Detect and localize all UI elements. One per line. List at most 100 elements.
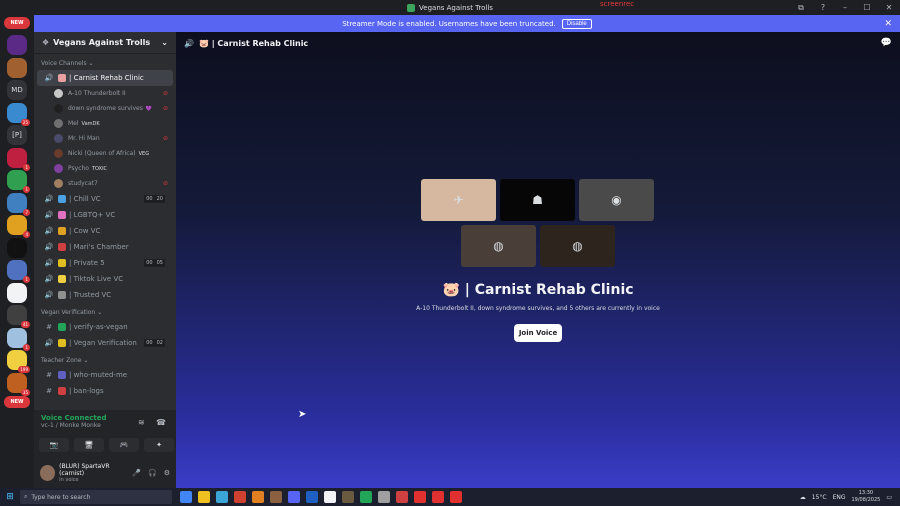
voice-channel-path[interactable]: vc-1 / Monke Monke — [41, 422, 169, 429]
server-icon[interactable]: 1 — [7, 170, 30, 193]
server-icon[interactable]: 1 — [7, 327, 30, 351]
settings-icon[interactable]: ⚙ — [164, 469, 170, 477]
channel-item[interactable]: # | verify-as-vegan — [37, 319, 173, 335]
voice-user[interactable]: studycat7 ⊘ — [34, 176, 176, 191]
taskbar-search[interactable]: ⌕ Type here to search — [20, 490, 172, 504]
voice-user[interactable]: Mel VamDK — [34, 116, 176, 131]
maximize-button[interactable]: ☐ — [856, 0, 878, 15]
screen-share-button[interactable]: 🖥 — [74, 438, 104, 452]
channel-label: | Tiktok Live VC — [69, 275, 124, 283]
taskbar-app-icon[interactable] — [288, 491, 300, 503]
channel-item[interactable]: 🔊 | Mari's Chamber — [37, 239, 173, 255]
activities-button[interactable]: 🎮 — [109, 438, 139, 452]
weather-temp[interactable]: 15°C — [812, 494, 827, 501]
server-icon[interactable] — [7, 35, 27, 55]
channel-item[interactable]: # | ban-logs — [37, 383, 173, 399]
language-indicator[interactable]: ENG — [833, 494, 846, 501]
server-icon[interactable]: 199 — [7, 350, 30, 373]
user-limit-value: 20 — [154, 195, 165, 203]
server-icon[interactable]: 1 — [7, 147, 30, 171]
clock[interactable]: 13:30 19/08/2025 — [852, 490, 881, 504]
taskbar-app-icon[interactable] — [198, 491, 210, 503]
voice-user[interactable]: A-10 Thunderbolt II ⊘ — [34, 86, 176, 101]
taskbar-app-icon[interactable] — [342, 491, 354, 503]
taskbar-app-icon[interactable] — [270, 491, 282, 503]
tile-avatar: ◉ — [611, 193, 622, 207]
guild-header[interactable]: ❖ Vegans Against Trolls ⌄ — [34, 32, 176, 54]
weather-icon[interactable]: ☁ — [800, 494, 806, 501]
taskbar-app-icon[interactable] — [396, 491, 408, 503]
noise-suppression-icon[interactable]: ≋ — [138, 418, 145, 427]
voice-user[interactable]: Mr. Hi Man ⊘ — [34, 131, 176, 146]
channel-category[interactable]: Voice Channels ⌄ — [34, 58, 176, 70]
help-icon[interactable]: ? — [812, 0, 834, 15]
disconnect-icon[interactable]: ☎ — [156, 418, 166, 427]
channel-item[interactable]: 🔊 | Chill VC 00 20 — [37, 191, 173, 207]
channel-item[interactable]: 🔊 | Cow VC — [37, 223, 173, 239]
voice-user[interactable]: Psycho TOXIC — [34, 161, 176, 176]
channel-item[interactable]: 🔊 | Carnist Rehab Clinic — [37, 70, 173, 86]
taskbar-app-icon[interactable] — [378, 491, 390, 503]
server-icon[interactable] — [7, 282, 27, 303]
channel-label: | Vegan Verification — [69, 339, 137, 347]
taskbar-app-icon[interactable] — [252, 491, 264, 503]
voice-user-name: down syndrome survives — [68, 105, 143, 112]
voice-user[interactable]: down syndrome survives 💜 ⊘ — [34, 101, 176, 116]
taskbar-app-icon[interactable] — [414, 491, 426, 503]
channel-category[interactable]: Vegan Verification ⌄ — [34, 307, 176, 319]
voice-user[interactable]: Nicki (Queen of Africa) VEG — [34, 146, 176, 161]
server-icon[interactable] — [7, 237, 27, 258]
channel-item[interactable]: 🔊 | Trusted VC — [37, 287, 173, 303]
join-voice-button[interactable]: Join Voice — [514, 324, 562, 342]
channel-item[interactable]: 🔊 | Private 5 00 05 — [37, 255, 173, 271]
channel-category[interactable]: Teacher Zone ⌄ — [34, 355, 176, 367]
taskbar-app-icon[interactable] — [216, 491, 228, 503]
taskbar-app-icon[interactable] — [180, 491, 192, 503]
server-icon[interactable]: MD — [7, 80, 27, 100]
channel-item[interactable]: 🔊 | LGBTQ+ VC — [37, 207, 173, 223]
soundboard-button[interactable]: ✦ — [144, 438, 174, 452]
mouse-cursor-icon: ➤ — [298, 409, 307, 420]
taskbar-app-icon[interactable] — [360, 491, 372, 503]
server-icon[interactable]: 4 — [7, 215, 30, 238]
server-icon[interactable] — [7, 57, 27, 78]
participant-tile[interactable]: ☗ — [500, 179, 575, 221]
snap-icon[interactable]: ⧉ — [790, 0, 812, 15]
headphones-icon[interactable]: 🎧 — [148, 469, 157, 477]
participant-tile[interactable]: ✈ — [421, 179, 496, 221]
participant-tile[interactable]: ◍ — [461, 225, 536, 267]
server-icon[interactable]: 1 — [7, 260, 30, 283]
close-button[interactable]: ✕ — [878, 0, 900, 15]
unread-count-badge: 41 — [20, 321, 30, 328]
server-icon[interactable]: 7 — [7, 192, 30, 216]
participant-tile[interactable]: ◍ — [540, 225, 615, 267]
windows-start-icon[interactable]: ⊞ — [0, 492, 20, 502]
voice-channel-title: 🐷 | Carnist Rehab Clinic — [442, 282, 634, 298]
chat-icon[interactable]: 💬 — [881, 38, 892, 48]
guild-icon: ❖ — [42, 38, 50, 47]
taskbar-app-icon[interactable] — [450, 491, 462, 503]
channel-item[interactable]: 🔊 | Tiktok Live VC — [37, 271, 173, 287]
server-icon[interactable]: 25 — [7, 102, 30, 126]
taskbar-app-icon[interactable] — [432, 491, 444, 503]
channel-item[interactable]: # | who-muted-me — [37, 367, 173, 383]
avatar[interactable] — [40, 465, 56, 481]
close-icon[interactable]: ✕ — [884, 19, 892, 29]
camera-button[interactable]: 📷 — [39, 438, 69, 452]
user-limit-value: 05 — [154, 259, 165, 267]
server-icon[interactable]: [P] — [7, 125, 27, 145]
voice-user-name: Psycho — [68, 165, 89, 172]
minimize-button[interactable]: – — [834, 0, 856, 15]
hashtag-icon: # — [46, 387, 52, 395]
participant-tile[interactable]: ◉ — [579, 179, 654, 221]
channel-item[interactable]: 🔊 | Vegan Verification 00 02 — [37, 335, 173, 351]
microphone-icon[interactable]: 🎤 — [132, 469, 141, 477]
taskbar-app-icon[interactable] — [324, 491, 336, 503]
disable-streamer-button[interactable]: Disable — [561, 18, 592, 29]
taskbar-app-icon[interactable] — [306, 491, 318, 503]
server-icon[interactable]: 35 — [7, 372, 30, 396]
server-icon[interactable]: 41 — [7, 305, 30, 328]
notification-icon[interactable]: ▭ — [886, 494, 892, 501]
taskbar-app-icon[interactable] — [234, 491, 246, 503]
channel-emoji-icon — [58, 74, 66, 82]
